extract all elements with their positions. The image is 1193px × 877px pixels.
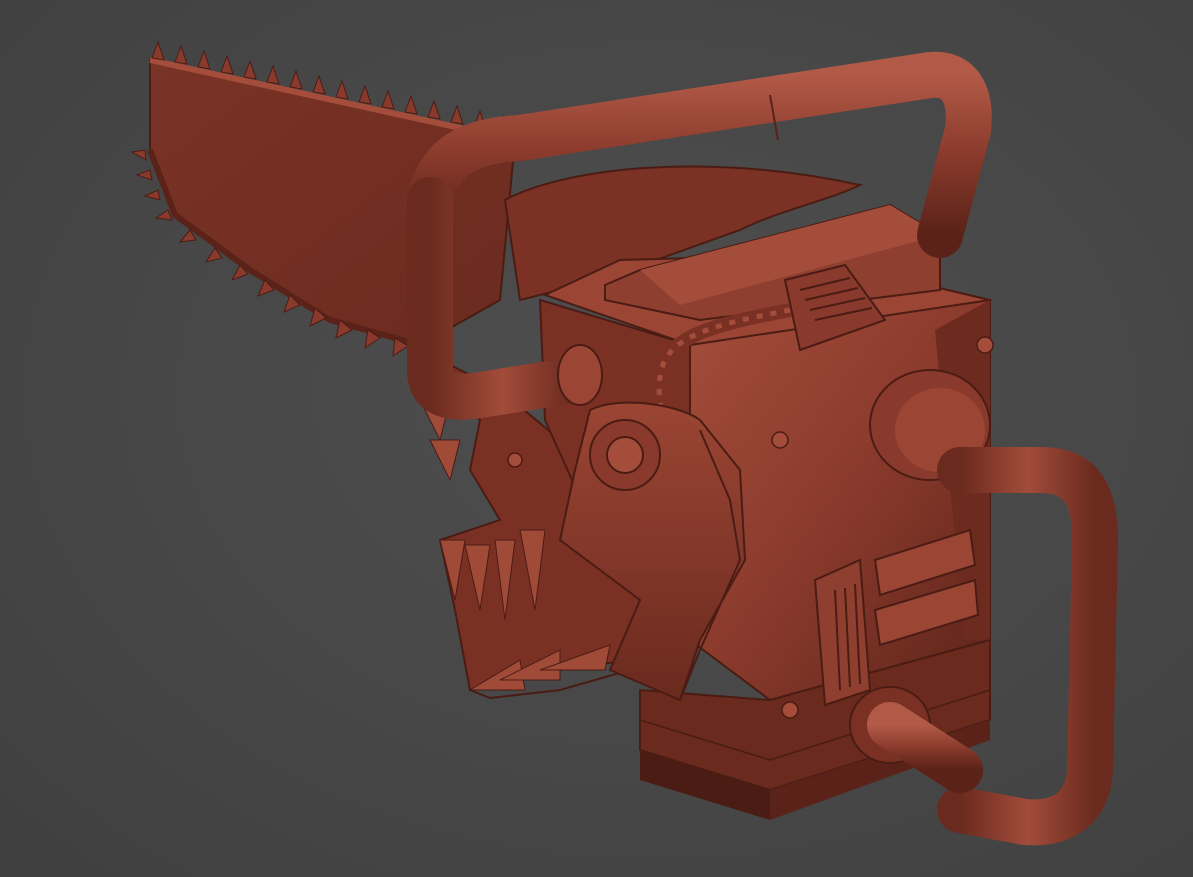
chainsaw-model-render	[130, 40, 1118, 846]
blade	[130, 40, 517, 358]
viewport-canvas[interactable]	[0, 0, 1193, 877]
